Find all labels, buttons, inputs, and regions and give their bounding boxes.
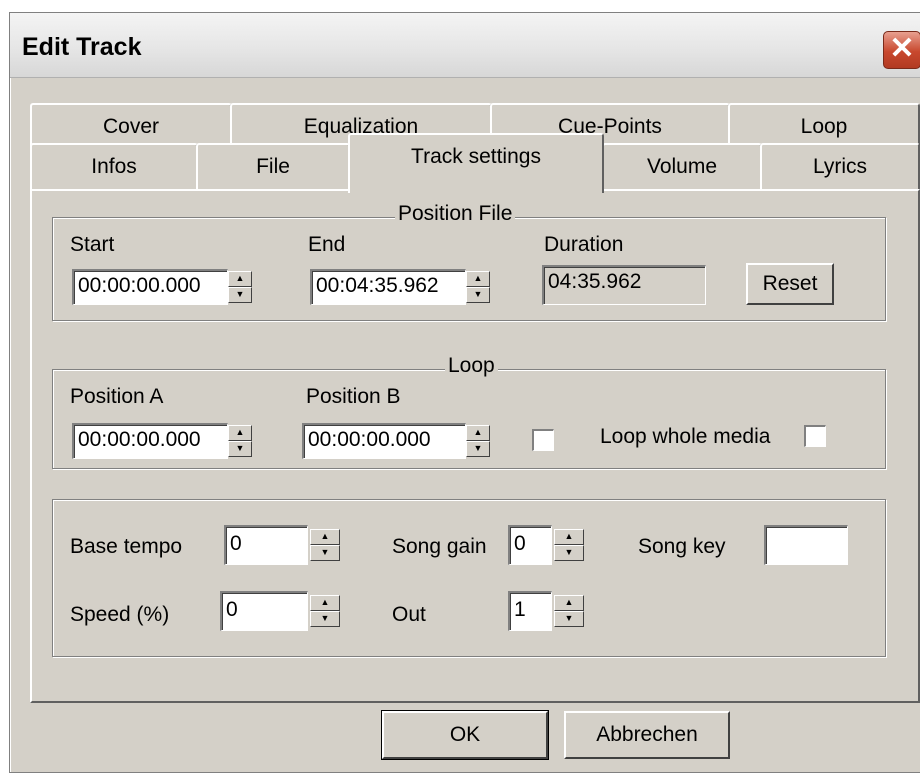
spin-up-icon[interactable]: ▲: [310, 595, 340, 611]
duration-label: Duration: [544, 233, 624, 256]
tab-label: Infos: [91, 155, 137, 178]
position-a-label: Position A: [70, 385, 164, 408]
spin-up-icon[interactable]: ▲: [228, 271, 252, 287]
tab-label: Volume: [646, 155, 718, 178]
spin-down-icon[interactable]: ▼: [554, 611, 584, 627]
end-spinner[interactable]: ▲ ▼: [466, 271, 490, 303]
start-input[interactable]: 00:00:00.000: [72, 269, 228, 305]
spin-up-icon[interactable]: ▲: [310, 529, 340, 545]
spin-down-icon[interactable]: ▼: [310, 545, 340, 561]
tab-volume[interactable]: Volume: [602, 143, 762, 189]
spin-down-icon[interactable]: ▼: [228, 441, 252, 457]
spin-down-icon[interactable]: ▼: [554, 545, 584, 561]
position-b-spinner[interactable]: ▲ ▼: [466, 425, 490, 457]
title-bar[interactable]: Edit Track ✕: [10, 13, 920, 78]
out-spinner[interactable]: ▲ ▼: [554, 595, 584, 627]
song-gain-label: Song gain: [392, 535, 487, 558]
tab-lyrics[interactable]: Lyrics: [760, 143, 920, 189]
spin-up-icon[interactable]: ▲: [554, 529, 584, 545]
song-key-input[interactable]: [764, 525, 848, 565]
spin-up-icon[interactable]: ▲: [228, 425, 252, 441]
start-label: Start: [70, 233, 115, 256]
cancel-button[interactable]: Abbrechen: [564, 711, 730, 759]
duration-field: 04:35.962: [542, 265, 706, 305]
speed-spinner[interactable]: ▲ ▼: [310, 595, 340, 627]
speed-label: Speed (%): [70, 603, 170, 626]
spin-up-icon[interactable]: ▲: [466, 425, 490, 441]
tempo-settings-group: [52, 499, 886, 657]
loop-whole-media-label: Loop whole media: [600, 425, 771, 448]
position-b-input[interactable]: 00:00:00.000: [302, 423, 466, 459]
close-icon[interactable]: ✕: [883, 31, 920, 69]
tab-label: Track settings: [411, 145, 541, 168]
spin-up-icon[interactable]: ▲: [466, 271, 490, 287]
tab-infos[interactable]: Infos: [30, 143, 198, 189]
spin-down-icon[interactable]: ▼: [310, 611, 340, 627]
spin-down-icon[interactable]: ▼: [466, 287, 490, 303]
tab-track-settings[interactable]: Track settings: [348, 133, 604, 193]
out-input[interactable]: 1: [508, 591, 552, 631]
start-spinner[interactable]: ▲ ▼: [228, 271, 252, 303]
base-tempo-input[interactable]: 0: [224, 525, 308, 565]
speed-input[interactable]: 0: [220, 591, 308, 631]
position-b-label: Position B: [306, 385, 401, 408]
spin-down-icon[interactable]: ▼: [228, 287, 252, 303]
tab-label: File: [256, 155, 290, 178]
tab-label: Cover: [102, 115, 160, 138]
spin-up-icon[interactable]: ▲: [554, 595, 584, 611]
end-label: End: [308, 233, 346, 256]
tab-label: Loop: [800, 115, 848, 138]
tab-file[interactable]: File: [196, 143, 350, 189]
spin-down-icon[interactable]: ▼: [466, 441, 490, 457]
ok-button[interactable]: OK: [381, 710, 549, 760]
position-a-input[interactable]: 00:00:00.000: [72, 423, 228, 459]
edit-track-dialog: Edit Track ✕ Cover Equalization Cue-Poin…: [9, 12, 920, 773]
reset-button[interactable]: Reset: [746, 263, 834, 305]
tab-cover[interactable]: Cover: [30, 103, 232, 147]
base-tempo-spinner[interactable]: ▲ ▼: [310, 529, 340, 561]
song-gain-input[interactable]: 0: [508, 525, 552, 565]
loop-ab-checkbox[interactable]: [532, 429, 554, 451]
tab-label: Lyrics: [812, 155, 868, 178]
tab-loop[interactable]: Loop: [728, 103, 920, 147]
end-input[interactable]: 00:04:35.962: [310, 269, 466, 305]
song-gain-spinner[interactable]: ▲ ▼: [554, 529, 584, 561]
group-title: Loop: [445, 354, 498, 378]
group-title: Position File: [395, 202, 516, 226]
window-title: Edit Track: [22, 33, 142, 61]
loop-whole-media-checkbox[interactable]: [804, 425, 826, 447]
song-key-label: Song key: [638, 535, 726, 558]
out-label: Out: [392, 603, 426, 626]
position-a-spinner[interactable]: ▲ ▼: [228, 425, 252, 457]
base-tempo-label: Base tempo: [70, 535, 183, 558]
